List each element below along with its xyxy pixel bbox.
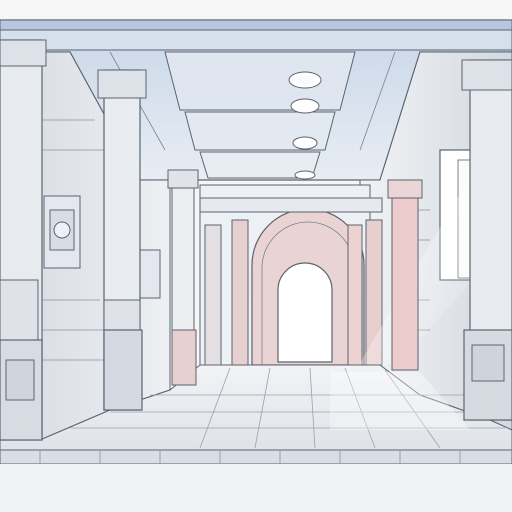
right-front-pillar (461, 59, 512, 421)
bottom-frame (0, 449, 512, 512)
arched-doorway-icon (277, 262, 333, 363)
back-wall (199, 184, 383, 366)
right-inner-pillar (387, 179, 423, 371)
temple-corridor-illustration (0, 0, 512, 512)
carved-panel-icon (43, 195, 81, 269)
left-mid-pillar (97, 69, 147, 411)
left-inner-pillar (167, 169, 199, 386)
left-front-pillar (0, 39, 47, 441)
illustration-frame (0, 0, 512, 512)
